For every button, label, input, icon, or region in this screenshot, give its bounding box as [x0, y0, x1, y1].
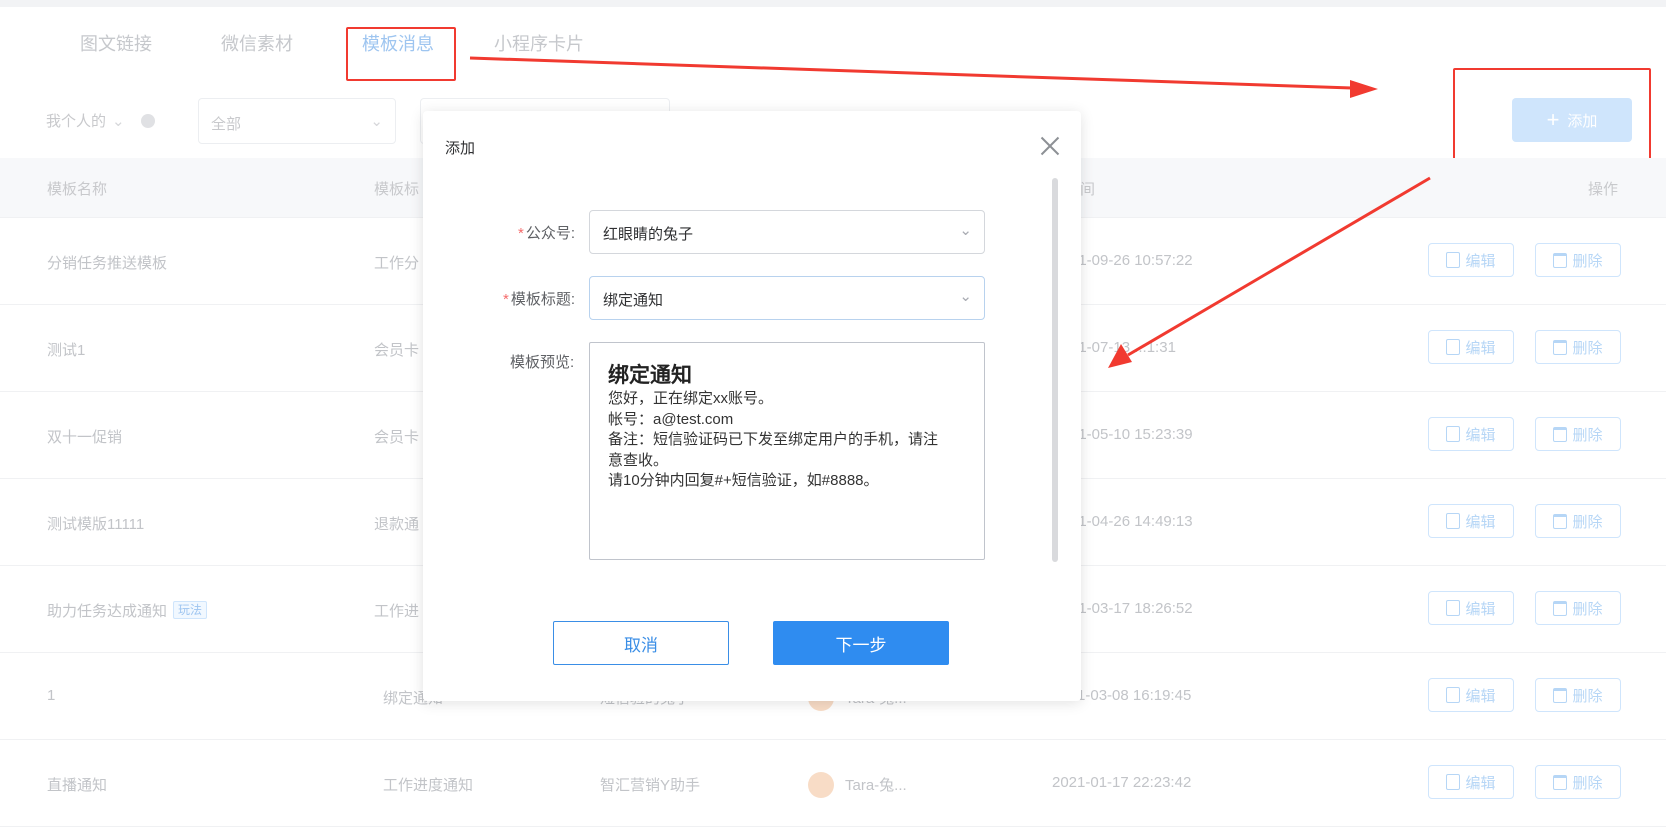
- annotation-arrow-line: [469, 56, 1353, 90]
- annotation-arrow-line: [1127, 176, 1431, 357]
- annotation-arrows: [469, 56, 1431, 368]
- annotation-arrowhead: [1350, 80, 1378, 98]
- annotation-arrowhead: [1108, 344, 1132, 368]
